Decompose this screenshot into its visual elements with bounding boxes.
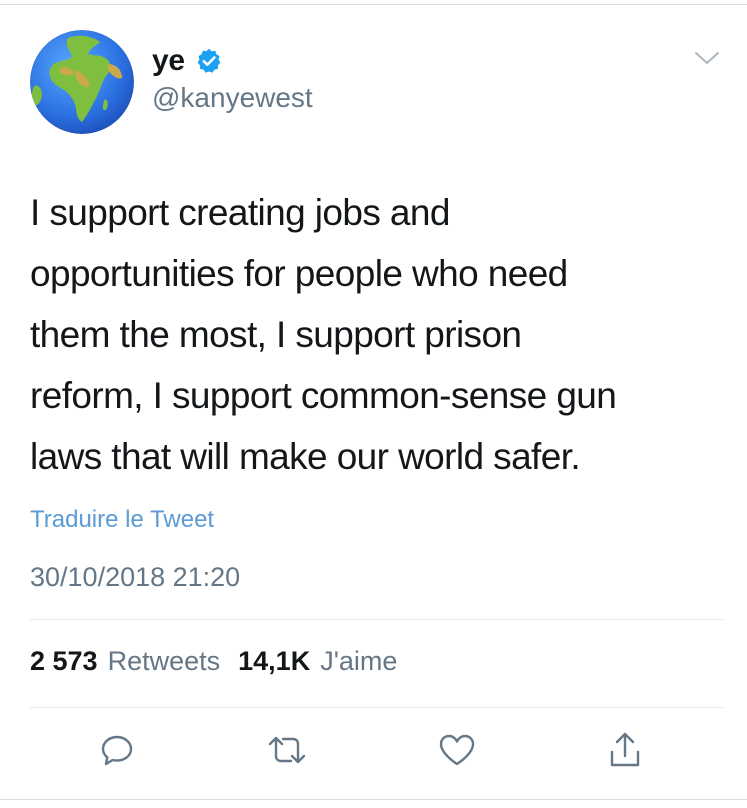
tweet-text: I support creating jobs and opportunitie…: [30, 192, 617, 477]
like-button[interactable]: [437, 730, 477, 770]
display-name-text: ye: [152, 44, 185, 77]
display-name[interactable]: ye: [152, 44, 223, 78]
reply-button[interactable]: [97, 730, 137, 770]
user-handle[interactable]: @kanyewest: [152, 82, 313, 114]
avatar[interactable]: [30, 30, 134, 134]
verified-badge-icon: [195, 47, 223, 75]
translate-tweet-link[interactable]: Traduire le Tweet: [30, 506, 214, 534]
likes-label: J'aime: [320, 646, 398, 676]
reply-icon: [101, 735, 133, 766]
retweets-label: Retweets: [107, 646, 221, 676]
bottom-border: [0, 799, 747, 800]
retweets-stat[interactable]: 2 573 Retweets: [30, 646, 220, 677]
heart-icon: [439, 734, 475, 766]
retweet-icon: [268, 736, 306, 764]
share-button[interactable]: [605, 730, 645, 770]
likes-count: 14,1K: [238, 646, 311, 676]
retweet-button[interactable]: [267, 730, 307, 770]
divider: [30, 707, 723, 708]
chevron-down-icon[interactable]: [694, 50, 720, 66]
tweet-timestamp[interactable]: 30/10/2018 21:20: [30, 562, 240, 593]
likes-stat[interactable]: 14,1K J'aime: [238, 646, 397, 677]
retweets-count: 2 573: [30, 646, 98, 676]
share-icon: [610, 732, 640, 767]
top-border: [0, 4, 747, 5]
earth-globe-africa-icon: [30, 30, 134, 134]
divider: [30, 619, 723, 620]
tweet-stats: 2 573 Retweets 14,1K J'aime: [30, 646, 405, 677]
